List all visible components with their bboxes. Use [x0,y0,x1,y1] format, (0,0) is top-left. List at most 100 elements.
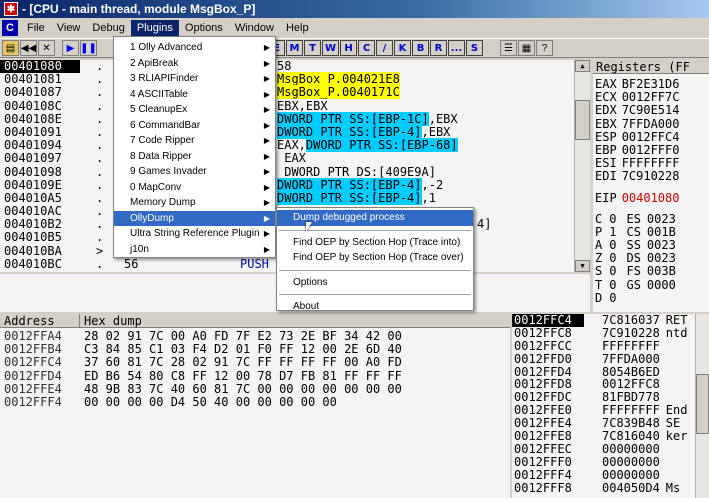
disasm-address[interactable]: 00401087 [0,86,80,99]
toolbar-c-button[interactable]: C [358,40,375,56]
stack-row[interactable]: 0012FFF0 00000000 [512,455,709,469]
flag-value: 0 [609,264,617,279]
plugin-menu-item[interactable]: OllyDump ▶ [114,210,275,226]
toolbar-slash-button[interactable]: / [376,40,393,56]
menu-file[interactable]: File [21,20,51,36]
stack-address: 0012FFC4 [512,314,584,327]
cpu-logo-icon[interactable]: C [2,20,18,36]
grid-icon[interactable]: ▦ [518,40,535,56]
stack-row[interactable]: 0012FFF8 004050D4 Ms [512,481,709,495]
menu-help[interactable]: Help [280,20,315,36]
registers-pane[interactable]: Registers (FF EAX BF2E31D6 ECX 0012FF7C EDX 7… [593,60,709,312]
disasm-address[interactable]: 00401097 [0,152,80,165]
toolbar-r-button[interactable]: R [430,40,447,56]
menu-options[interactable]: Options [179,20,229,36]
dump-row[interactable]: 0012FFC4 37 60 81 7C 28 02 91 7C FF FF FF… [0,356,510,369]
disasm-code-line[interactable]: EAX,DWORD PTR SS:[EBP-68] [277,138,577,153]
stack-scrollbar[interactable] [695,314,709,498]
operand-text: 4] [477,217,492,232]
scroll-down-icon[interactable]: ▼ [575,260,590,272]
segment-value: 0023 [646,251,676,266]
toolbar-t-button[interactable]: T [304,40,321,56]
disasm-address[interactable]: 004010B5 [0,231,80,244]
stack-row[interactable]: 0012FFE8 7C816040 ker [512,430,709,443]
stack-row[interactable]: 0012FFCC FFFFFFFF [512,339,709,353]
dump-row[interactable]: 0012FFD4 ED B6 54 80 C8 FF 12 00 78 D7 FB… [0,369,510,383]
plugin-menu-item[interactable]: 0 MapConv ▶ [114,180,275,196]
plugin-menu-item[interactable]: 7 Code Ripper ▶ [114,133,275,149]
toolbar-w-button[interactable]: W [322,40,339,56]
flag-row[interactable]: D0 [595,290,709,305]
list-icon[interactable]: ☰ [500,40,517,56]
find-oep-trace-over-item[interactable]: Find OEP by Section Hop (Trace over) [277,250,473,266]
plugin-menu-item[interactable]: 2 ApiBreak ▶ [114,56,275,72]
toolbar-b-button[interactable]: B [412,40,429,56]
disasm-code-line[interactable]: EBX,EBX [277,99,577,113]
stack-row[interactable]: 0012FFD0 7FFDA000 [512,352,709,366]
operand-text: DWORD PTR SS:[EBP-4] [277,124,422,139]
submenu-arrow-icon: ▶ [263,213,270,223]
plugin-menu-item[interactable]: 8 Data Ripper ▶ [114,149,275,165]
flag-row[interactable]: C 0 ES 0023 [595,212,709,226]
plugin-menu-item[interactable]: Memory Dump ▶ [114,195,275,211]
toolbar-h-button[interactable]: H [340,40,357,56]
menu-window[interactable]: Window [229,20,280,36]
menu-view[interactable]: View [51,20,87,36]
disasm-code-line[interactable]: DWORD PTR SS:[EBP-4],1 [277,190,577,205]
plugin-menu-item[interactable]: 1 Olly Advanced ▶ [114,40,275,56]
eip-row[interactable]: EIP 00401080 [595,191,709,205]
operand-tail: ,EBX [421,124,451,139]
options-item[interactable]: Options [277,275,473,291]
flag-value: 0 [609,290,617,305]
disasm-address[interactable]: 0040109E [0,178,80,192]
menu-bar: C File View Debug Plugins Options Window… [0,18,709,38]
plugin-menu-item[interactable]: 3 RLIAPIFinder ▶ [114,71,275,87]
disasm-address[interactable]: 004010BA [0,244,80,258]
plugin-menu-item[interactable]: j10n ▶ [114,242,275,258]
disasm-address[interactable]: 0040108C [0,99,80,113]
segment-value: 0000 [646,277,676,292]
stack-row[interactable]: 0012FFF4 00000000 [512,468,709,482]
register-name: EDI [595,169,617,184]
plugin-menu-item[interactable]: Ultra String Reference Plugin ▶ [114,226,275,242]
stack-row[interactable]: 0012FFC8 7C910228 ntd [512,326,709,340]
opcode: PUSH [240,257,269,272]
register-row[interactable]: EDI 7C910228 [595,170,709,183]
run-icon[interactable]: ▶ [62,40,79,56]
toolbar-m-button[interactable]: M [286,40,303,56]
disasm-address[interactable]: 0040108E [0,112,80,126]
toolbar-k-button[interactable]: K [394,40,411,56]
flag-row[interactable]: T 0 GS 0000 [595,277,709,292]
jump-marker: > [96,243,104,258]
plugin-menu-item[interactable]: 4 ASCIITable ▶ [114,87,275,103]
dump-address: 0012FFE4 [4,381,62,396]
stack-row[interactable]: 0012FFEC 00000000 [512,442,709,456]
close-icon[interactable]: ✕ [38,40,55,56]
toolbar-dots-button[interactable]: ... [448,40,465,56]
find-oep-trace-into-item[interactable]: Find OEP by Section Hop (Trace into) [277,235,473,251]
scroll-up-icon[interactable]: ▲ [575,60,590,72]
disasm-address[interactable]: 004010BC [0,257,80,271]
jump-marker: . [96,111,104,126]
open-icon[interactable]: ▤ [2,40,19,56]
rewind-icon[interactable]: ◀◀ [20,40,37,56]
menu-debug[interactable]: Debug [86,20,130,36]
stack-pane[interactable]: 0012FFC4 7C816037 RET 0012FFC8 7C910228 ntd 00… [512,314,709,498]
menu-plugins[interactable]: Plugins [130,20,179,36]
hex-dump-pane[interactable]: Address Hex dump 0012FFA4 28 02 91 7C 00 … [0,314,510,498]
plugin-menu-item[interactable]: 9 Games Invader ▶ [114,164,275,180]
operand-text: 58 [277,60,292,73]
flag-value: 1 [609,224,617,239]
about-item[interactable]: About [277,299,473,315]
disassembly-scrollbar[interactable]: ▲ ▼ [574,60,590,272]
dump-row[interactable]: 0012FFE4 48 9B 83 7C 40 60 81 7C 00 00 00… [0,381,510,396]
flag-row[interactable]: S 0 FS 003B [595,265,709,278]
disasm-address[interactable]: 00401098 [0,165,80,179]
stack-row[interactable]: 0012FFC4 7C816037 RET [512,314,709,327]
plugin-menu-item[interactable]: 6 CommandBar ▶ [114,118,275,134]
help-icon[interactable]: ? [536,40,553,56]
pause-icon[interactable]: ❚❚ [80,40,97,56]
toolbar-s-button[interactable]: S [466,40,483,56]
dump-row[interactable]: 0012FFF4 00 00 00 00 D4 50 40 00 00 00 00… [0,395,510,409]
plugin-menu-item[interactable]: 5 CleanupEx ▶ [114,102,275,118]
